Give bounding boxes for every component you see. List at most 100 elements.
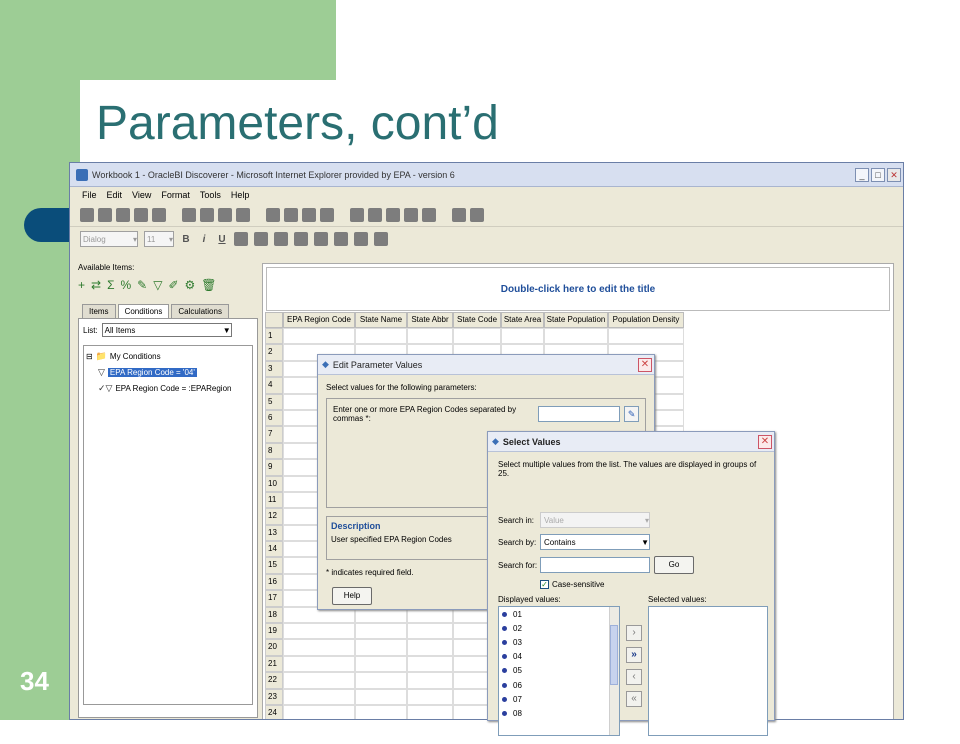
list-item[interactable]: 08 (499, 706, 619, 720)
move-all-left-button[interactable]: « (626, 691, 642, 707)
row-number[interactable]: 20 (265, 639, 283, 656)
align-right-icon[interactable] (274, 232, 288, 246)
grid-cell[interactable] (283, 672, 355, 689)
refresh-icon[interactable] (452, 207, 466, 222)
collapse-icon[interactable]: ⊟ (86, 352, 93, 361)
menu-edit[interactable]: Edit (107, 190, 123, 200)
go-button[interactable]: Go (654, 556, 694, 574)
row-number[interactable]: 3 (265, 360, 283, 378)
help-icon[interactable] (470, 207, 484, 222)
row-number[interactable]: 7 (265, 426, 283, 443)
column-header[interactable]: EPA Region Code (283, 312, 355, 328)
close-button[interactable]: ✕ (887, 167, 901, 182)
filter-icon[interactable] (404, 207, 418, 222)
worksheet-title[interactable]: Double-click here to edit the title (266, 267, 890, 311)
row-number[interactable]: 15 (265, 557, 283, 574)
row-number[interactable]: 4 (265, 377, 283, 394)
grid-cell[interactable] (283, 639, 355, 656)
row-number[interactable]: 18 (265, 606, 283, 624)
row-number[interactable]: 12 (265, 508, 283, 525)
column-header[interactable]: Population Density (608, 312, 684, 328)
edit-icon[interactable]: ✐ (168, 278, 178, 292)
column-header[interactable]: State Area (501, 312, 544, 328)
grid-cell[interactable] (407, 328, 453, 345)
table-icon[interactable] (182, 207, 196, 222)
row-number[interactable]: 19 (265, 623, 283, 640)
align-left-icon[interactable] (234, 232, 248, 246)
grid-cell[interactable] (407, 623, 453, 640)
grid-cell[interactable] (407, 672, 453, 689)
grid-cell[interactable] (355, 672, 407, 689)
column-header[interactable]: State Name (355, 312, 407, 328)
heading-format-icon[interactable] (374, 232, 388, 246)
row-number[interactable]: 17 (265, 590, 283, 607)
sort-desc-icon[interactable] (302, 207, 316, 222)
row-number[interactable]: 2 (265, 344, 283, 361)
drill-icon[interactable] (266, 207, 280, 222)
tree-item[interactable]: ✓▽ EPA Region Code = :EPARegion (86, 380, 250, 396)
grid-cell[interactable] (355, 688, 407, 705)
move-right-button[interactable]: › (626, 625, 642, 641)
close-icon[interactable]: ✕ (758, 434, 772, 449)
new-icon[interactable] (80, 207, 94, 222)
selected-values-list[interactable] (648, 606, 768, 736)
parameter-icon[interactable] (422, 207, 436, 222)
tree-item[interactable]: ▽ EPA Region Code = '04' (86, 364, 250, 380)
row-number[interactable]: 6 (265, 409, 283, 427)
help-button[interactable]: Help (332, 587, 372, 605)
grid-cell[interactable] (355, 655, 407, 673)
align-center-icon[interactable] (254, 232, 268, 246)
list-item[interactable]: 05 (499, 664, 619, 678)
grid-cell[interactable] (283, 655, 355, 673)
minimize-button[interactable]: _ (855, 167, 869, 182)
grid-cell[interactable] (283, 704, 355, 719)
parameter-icon[interactable]: ⚙ (185, 278, 196, 292)
column-header[interactable]: State Abbr (407, 312, 453, 328)
row-number[interactable]: 1 (265, 328, 283, 345)
grid-cell[interactable] (355, 704, 407, 719)
grid-cell[interactable] (544, 328, 608, 345)
row-number[interactable]: 14 (265, 541, 283, 558)
row-number[interactable]: 5 (265, 393, 283, 410)
crosstab-icon[interactable] (200, 207, 214, 222)
row-number[interactable]: 8 (265, 442, 283, 460)
save-icon[interactable] (116, 207, 130, 222)
grid-cell[interactable] (283, 328, 355, 345)
print-icon[interactable] (134, 207, 148, 222)
grid-cell[interactable] (608, 328, 684, 345)
row-number[interactable]: 21 (265, 655, 283, 673)
row-number[interactable]: 16 (265, 573, 283, 591)
move-left-button[interactable]: ‹ (626, 669, 642, 685)
row-number[interactable]: 22 (265, 672, 283, 689)
move-icon[interactable]: ⇄ (91, 278, 101, 292)
column-header[interactable]: State Population (544, 312, 608, 328)
menu-view[interactable]: View (132, 190, 151, 200)
sort-asc-icon[interactable] (284, 207, 298, 222)
move-all-right-button[interactable]: » (626, 647, 642, 663)
percent-icon[interactable] (368, 207, 382, 222)
search-input[interactable] (540, 557, 650, 573)
menu-file[interactable]: File (82, 190, 97, 200)
bold-button[interactable]: B (180, 234, 192, 245)
grid-cell[interactable] (407, 704, 453, 719)
list-item[interactable]: 04 (499, 650, 619, 664)
maximize-button[interactable]: □ (871, 167, 885, 182)
condition-icon[interactable]: ▽ (153, 278, 162, 292)
list-select[interactable]: All Items ▼ (101, 323, 232, 337)
row-number[interactable]: 23 (265, 688, 283, 705)
select-values-button[interactable]: ✎ (624, 406, 639, 422)
add-item-icon[interactable]: + (78, 278, 85, 292)
row-number[interactable]: 13 (265, 524, 283, 542)
scrollbar[interactable] (609, 607, 619, 735)
open-icon[interactable] (98, 207, 112, 222)
scroll-thumb[interactable] (610, 625, 618, 685)
grid-cell[interactable] (407, 688, 453, 705)
format-data-icon[interactable] (354, 232, 368, 246)
tree-root[interactable]: ⊟ 📁 My Conditions (86, 348, 250, 364)
grid-cell[interactable] (355, 623, 407, 640)
grid-cell[interactable] (355, 639, 407, 656)
sum-icon[interactable] (350, 207, 364, 222)
parameter-input[interactable] (537, 406, 621, 422)
font-size-select[interactable]: 11 ▾ (144, 231, 174, 247)
tab-conditions[interactable]: Conditions (117, 304, 170, 318)
